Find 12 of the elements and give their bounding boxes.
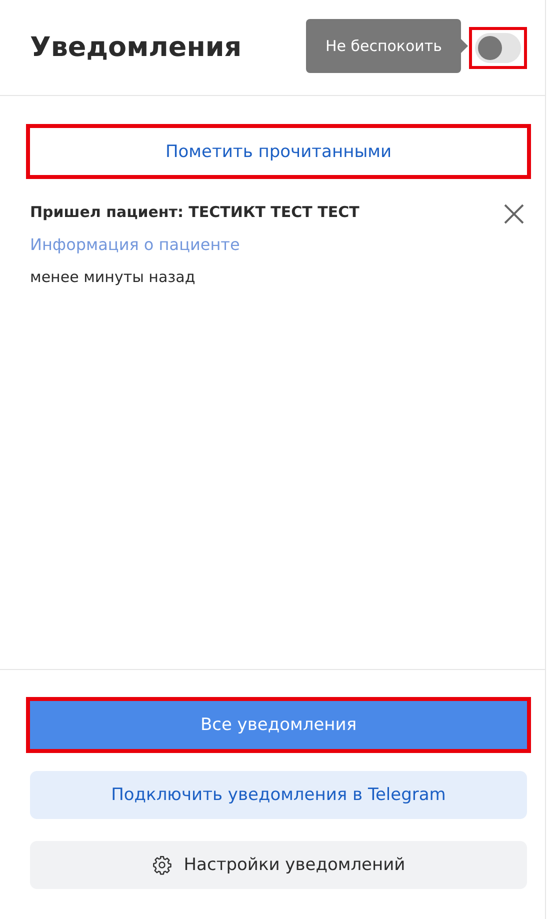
patient-info-link[interactable]: Информация о пациенте	[30, 235, 360, 254]
all-notifications-button[interactable]: Все уведомления	[30, 701, 527, 749]
tooltip-pointer	[461, 38, 468, 52]
notification-time: менее минуты назад	[30, 268, 196, 286]
mark-read-button[interactable]: Пометить прочитанными	[30, 128, 527, 175]
notification-title: Пришел пациент: ТЕСТИКТ ТЕСТ ТЕСТ	[30, 203, 360, 221]
settings-button[interactable]: Настройки уведомлений	[30, 841, 527, 889]
telegram-button[interactable]: Подключить уведомления в Telegram	[30, 771, 527, 819]
panel-title: Уведомления	[30, 32, 242, 63]
close-icon[interactable]	[503, 203, 525, 225]
toggle-switch[interactable]	[475, 32, 521, 62]
settings-icon	[152, 855, 172, 875]
